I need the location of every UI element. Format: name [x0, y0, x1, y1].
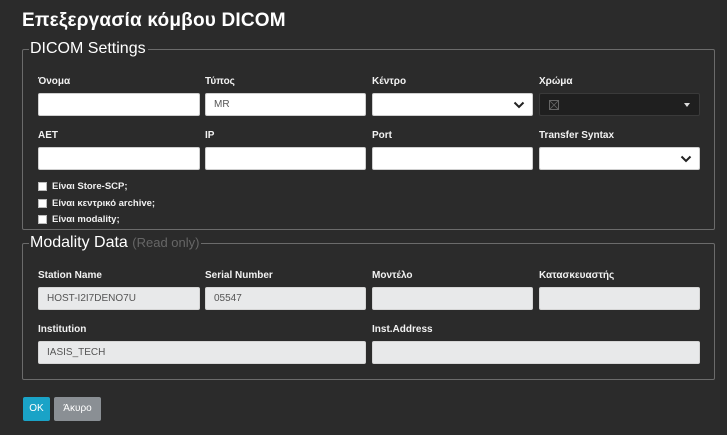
institution-label: Institution [38, 324, 87, 335]
ip-label: IP [205, 130, 215, 141]
central-archive-checkbox[interactable] [38, 198, 47, 208]
aet-label: AET [38, 130, 58, 141]
color-select[interactable] [539, 93, 700, 116]
name-label: Όνομα [38, 76, 71, 87]
empty-color-icon [549, 100, 559, 110]
cancel-button[interactable]: Άκυρο [54, 397, 101, 421]
manufacturer-field [539, 287, 700, 310]
modality-checkbox[interactable] [38, 214, 47, 224]
port-input[interactable] [372, 147, 533, 170]
type-label: Τύπος [205, 76, 235, 87]
inst-address-label: Inst.Address [372, 324, 433, 335]
station-name-label: Station Name [38, 270, 102, 281]
serial-number-label: Serial Number [205, 270, 273, 281]
transfer-syntax-select[interactable] [539, 147, 700, 170]
ok-button[interactable]: OK [23, 397, 50, 421]
ip-input[interactable] [205, 147, 366, 170]
caret-down-icon [684, 103, 690, 107]
modality-data-legend: Modality Data (Read only) [29, 234, 201, 252]
name-input[interactable] [38, 93, 200, 116]
store-scp-label: Είναι Store-SCP; [52, 180, 128, 192]
store-scp-checkbox-row[interactable]: Είναι Store-SCP; [38, 180, 128, 192]
center-label: Κέντρο [372, 76, 407, 87]
dialog-title: Επεξεργασία κόμβου DICOM [22, 10, 286, 31]
manufacturer-label: Κατασκευαστής [539, 270, 615, 281]
center-select[interactable] [372, 93, 533, 116]
type-input[interactable] [205, 93, 366, 116]
dicom-settings-legend: DICOM Settings [30, 40, 146, 57]
modality-label: Είναι modality; [52, 213, 120, 225]
modality-data-title: Modality Data [30, 234, 128, 251]
store-scp-checkbox[interactable] [38, 181, 47, 191]
color-label: Χρώμα [539, 76, 573, 87]
central-archive-label: Είναι κεντρικό archive; [52, 197, 156, 209]
modality-checkbox-row[interactable]: Είναι modality; [38, 213, 120, 225]
institution-field [38, 341, 366, 364]
transfer-syntax-label: Transfer Syntax [539, 130, 615, 141]
station-name-field [38, 287, 200, 310]
port-label: Port [372, 130, 392, 141]
read-only-note: (Read only) [132, 235, 200, 250]
model-field [372, 287, 533, 310]
model-label: Μοντέλο [372, 270, 413, 281]
central-archive-checkbox-row[interactable]: Είναι κεντρικό archive; [38, 197, 155, 209]
chevron-down-icon [513, 101, 525, 109]
serial-number-field [205, 287, 366, 310]
aet-input[interactable] [38, 147, 200, 170]
chevron-down-icon [680, 155, 692, 163]
inst-address-field [372, 341, 700, 364]
